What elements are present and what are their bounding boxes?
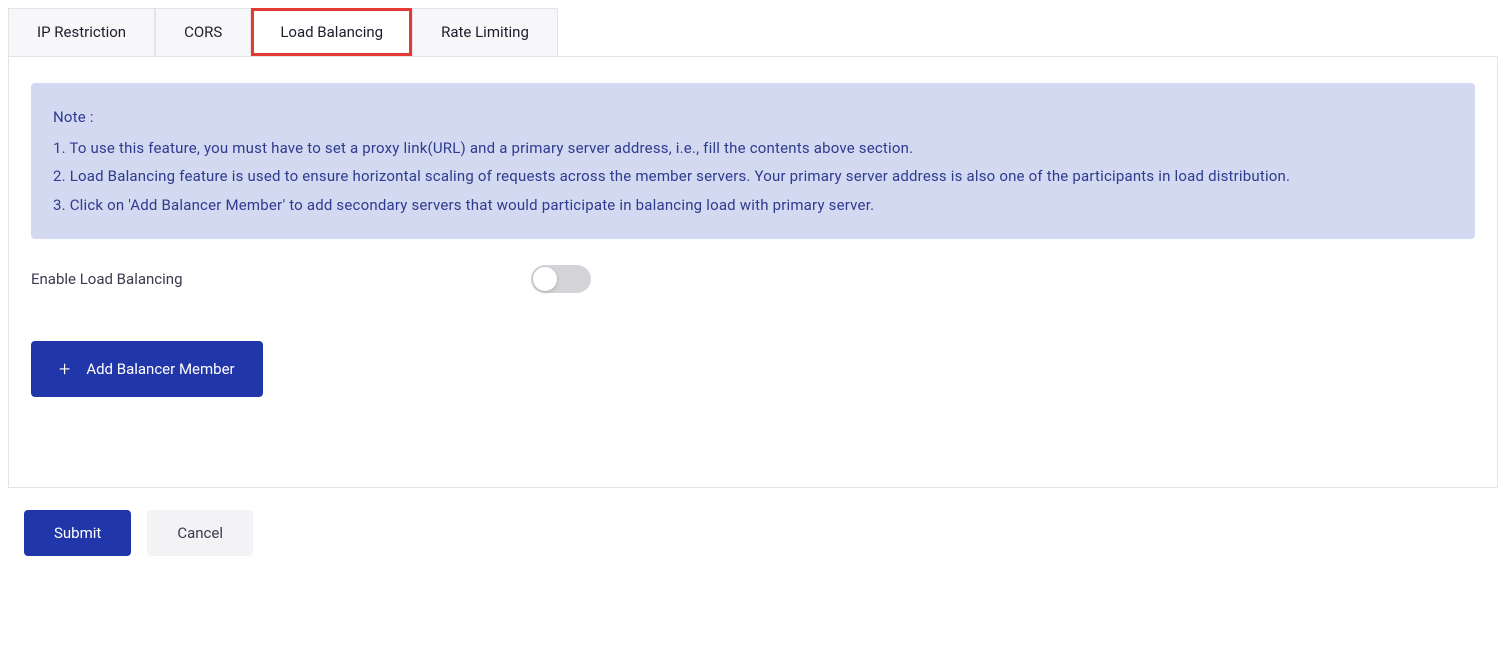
enable-load-balancing-toggle[interactable]: [531, 265, 591, 293]
enable-load-balancing-row: Enable Load Balancing: [31, 265, 1475, 293]
tab-rate-limiting[interactable]: Rate Limiting: [412, 8, 558, 56]
note-line-1: 1. To use this feature, you must have to…: [53, 134, 1453, 163]
tab-label: Load Balancing: [280, 23, 383, 41]
tab-ip-restriction[interactable]: IP Restriction: [8, 8, 155, 56]
tab-label: CORS: [184, 23, 222, 41]
submit-button[interactable]: Submit: [24, 510, 131, 556]
submit-label: Submit: [54, 524, 101, 542]
note-line-2: 2. Load Balancing feature is used to ens…: [53, 162, 1453, 191]
tab-panel-load-balancing: Note : 1. To use this feature, you must …: [8, 57, 1498, 488]
tab-bar: IP Restriction CORS Load Balancing Rate …: [8, 8, 1498, 57]
tab-cors[interactable]: CORS: [155, 8, 251, 56]
note-box: Note : 1. To use this feature, you must …: [31, 83, 1475, 239]
plus-icon: +: [59, 359, 70, 379]
toggle-knob: [533, 267, 557, 291]
add-balancer-member-button[interactable]: + Add Balancer Member: [31, 341, 263, 397]
tab-label: IP Restriction: [37, 23, 126, 41]
cancel-label: Cancel: [177, 524, 223, 542]
note-title: Note :: [53, 103, 1453, 132]
footer-actions: Submit Cancel: [8, 510, 1498, 556]
add-balancer-member-label: Add Balancer Member: [86, 360, 234, 378]
note-line-3: 3. Click on 'Add Balancer Member' to add…: [53, 191, 1453, 220]
tab-label: Rate Limiting: [441, 23, 529, 41]
cancel-button[interactable]: Cancel: [147, 510, 253, 556]
enable-load-balancing-label: Enable Load Balancing: [31, 270, 531, 288]
tab-load-balancing[interactable]: Load Balancing: [251, 8, 412, 56]
